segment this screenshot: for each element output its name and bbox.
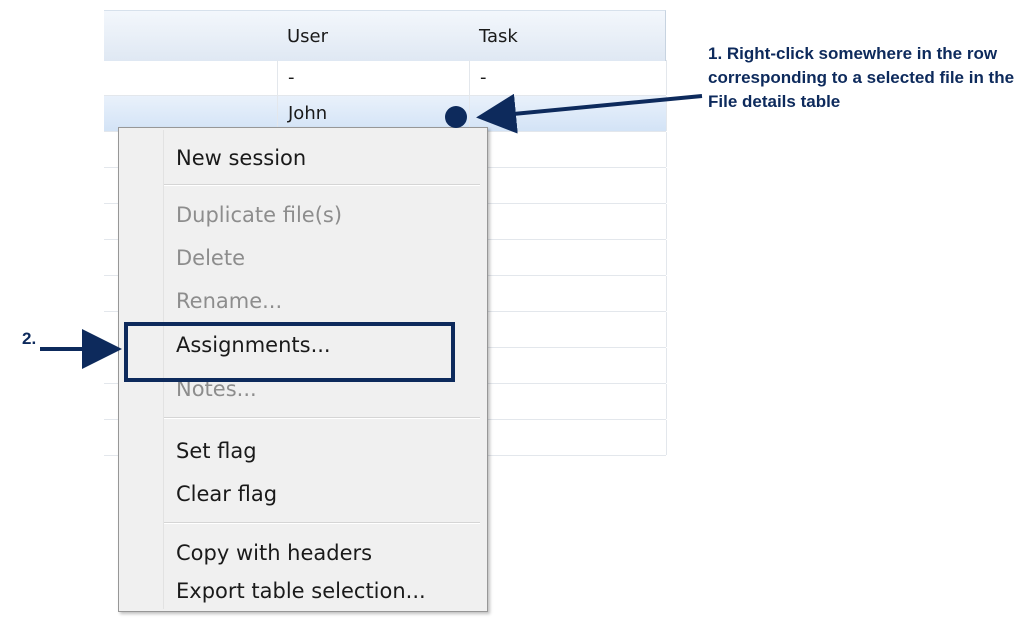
callout-1-arrow-icon (476, 93, 703, 134)
callout-1-text: 1. Right-click somewhere in the row corr… (708, 44, 1015, 111)
callout-2-text: 2. (22, 329, 37, 348)
